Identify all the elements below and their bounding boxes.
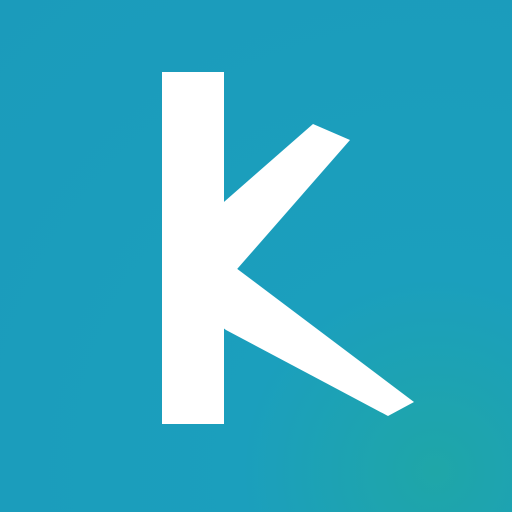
app-icon xyxy=(0,0,512,512)
k-logo-icon xyxy=(162,72,414,424)
